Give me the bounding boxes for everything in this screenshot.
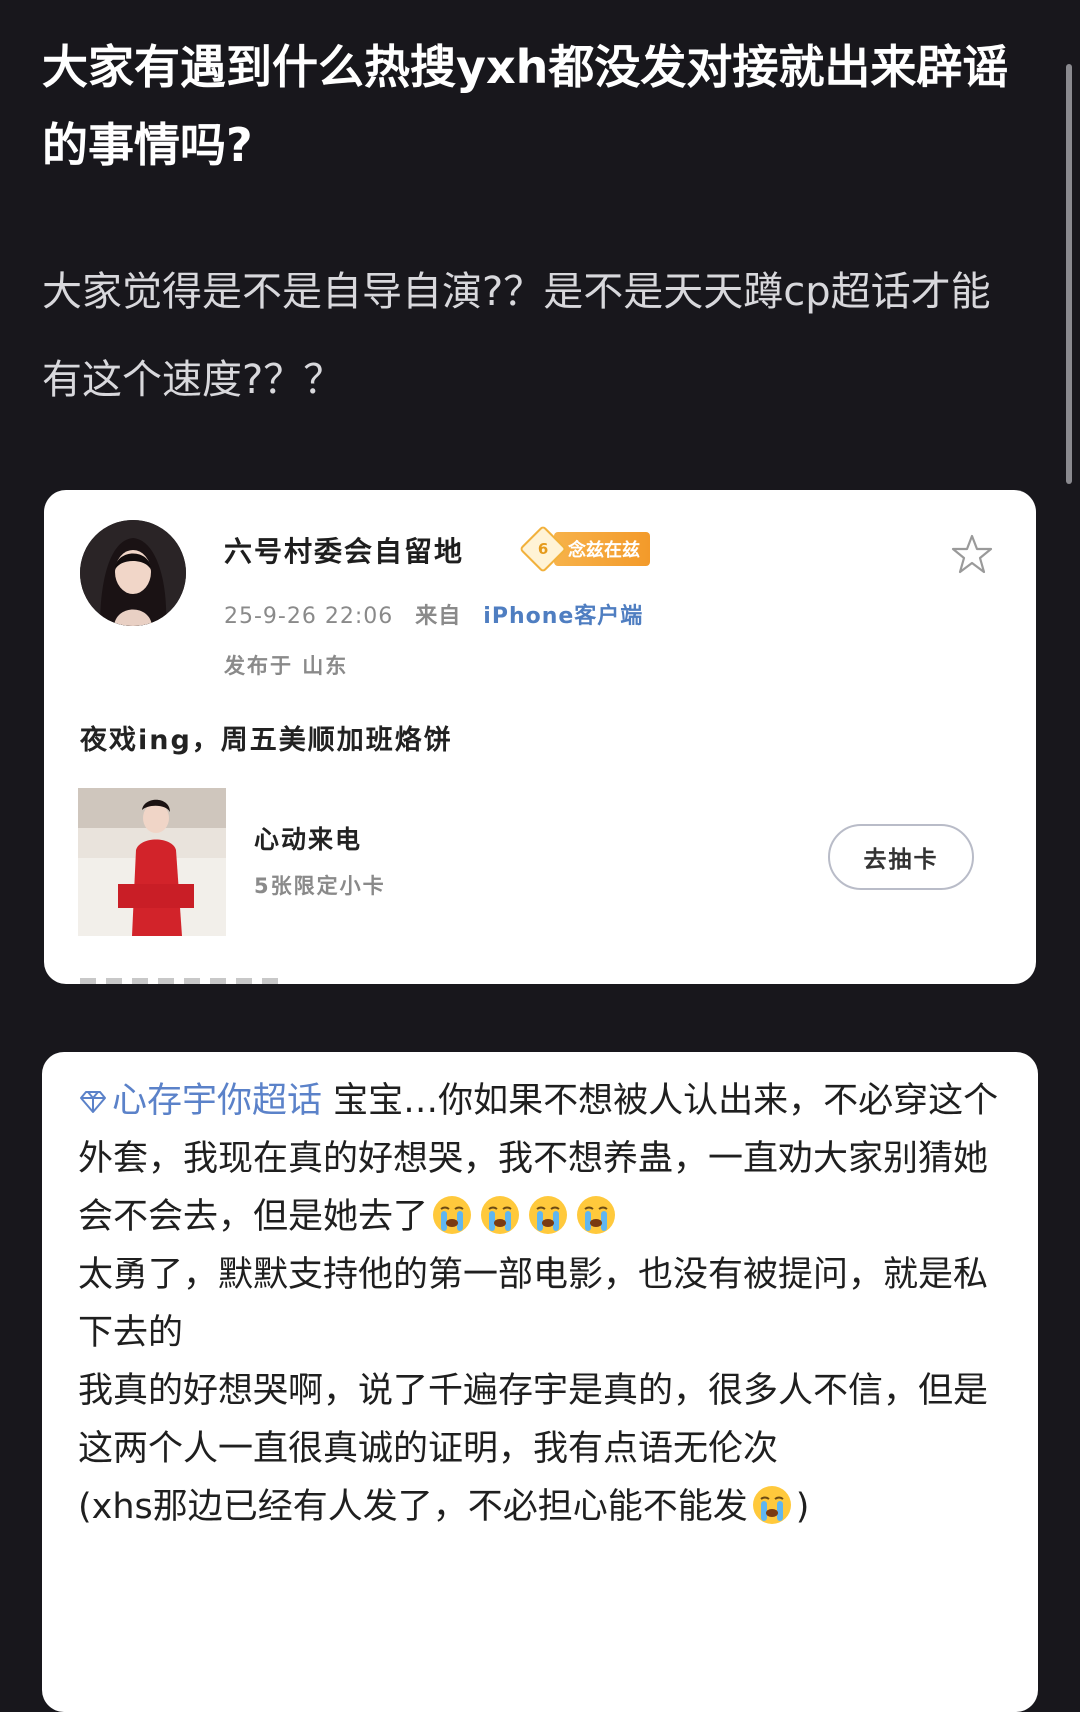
diamond-icon: [80, 1091, 106, 1113]
post-meta: 25-9-26 22:06 来自 iPhone客户端: [224, 598, 643, 630]
draw-card-button[interactable]: 去抽卡: [828, 824, 974, 890]
card-thumbnail[interactable]: [78, 788, 226, 936]
scrollbar[interactable]: [1066, 64, 1072, 484]
from-label: 来自: [415, 604, 462, 629]
supertopic-link[interactable]: 心存宇你超话: [78, 1081, 322, 1121]
cutoff-text-remnant: [80, 968, 280, 984]
post-line-3: 我真的好想哭啊，说了千遍存宇是真的，很多人不信，但是这两个人一直很真诚的证明，我…: [78, 1371, 989, 1469]
card-subtitle: 5张限定小卡: [254, 874, 386, 898]
supertopic-post-text: 心存宇你超话 宝宝…你如果不想被人认出来，不必穿这个外套，我现在真的好想哭，我不…: [78, 1072, 1008, 1536]
post-title: 大家有遇到什么热搜yxh都没发对接就出来辟谣的事情吗?: [42, 40, 1009, 172]
card-title: 心动来电: [254, 825, 363, 854]
post-body: 大家觉得是不是自导自演?？是不是天天蹲cp超话才能有这个速度?？？: [42, 269, 991, 403]
weibo-post-card: 六号村委会自留地 6 念兹在兹 25-9-26 22:06 来自 iPhone客户端…: [44, 490, 1036, 984]
fan-badge: 6 念兹在兹: [518, 524, 650, 574]
weibo-text: 夜戏ing，周五美顺加班烙饼: [80, 725, 453, 756]
star-outline-icon[interactable]: [950, 532, 994, 576]
crying-face-emoji-icon: [481, 1196, 520, 1234]
post-line-4: (xhs那边已经有人发了，不必担心能不能发): [78, 1478, 1008, 1536]
crying-face-emoji-icon: [752, 1486, 791, 1524]
timestamp: 25-9-26 22:06: [224, 604, 394, 629]
crying-face-emoji-icon: [433, 1196, 472, 1234]
post-line-2: 太勇了，默默支持他的第一部电影，也没有被提问，就是私下去的: [78, 1255, 989, 1353]
client-link[interactable]: iPhone客户端: [483, 604, 643, 629]
location: 发布于 山东: [224, 654, 349, 678]
supertopic-post-card: 心存宇你超话 宝宝…你如果不想被人认出来，不必穿这个外套，我现在真的好想哭，我不…: [42, 1052, 1038, 1712]
crying-face-emoji-icon: [577, 1196, 616, 1234]
username[interactable]: 六号村委会自留地: [224, 530, 464, 570]
crying-face-emoji-icon: [529, 1196, 568, 1234]
avatar[interactable]: [80, 520, 186, 626]
badge-text: 念兹在兹: [554, 532, 650, 566]
